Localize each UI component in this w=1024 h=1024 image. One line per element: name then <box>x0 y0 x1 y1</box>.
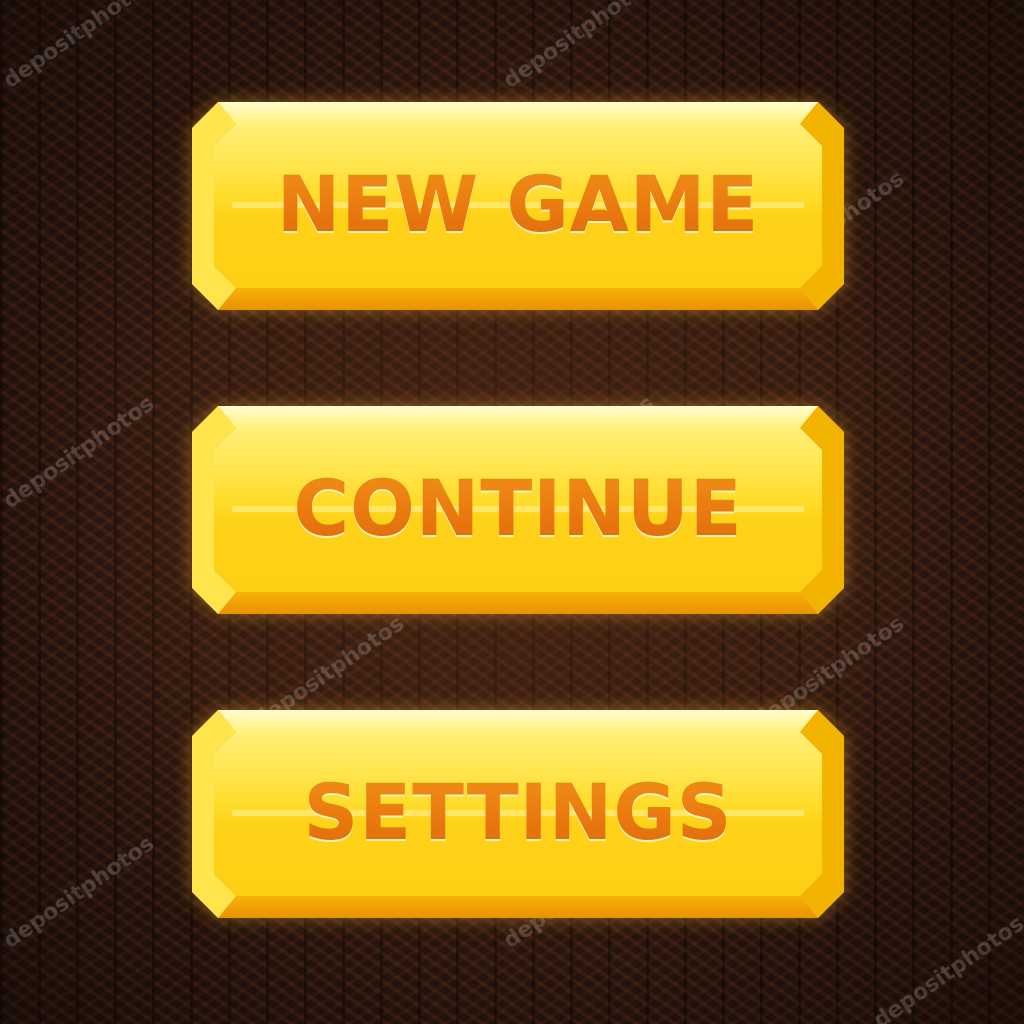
continue-button[interactable]: CONTINUE <box>192 406 844 614</box>
watermark: depositphotos <box>498 0 660 94</box>
watermark: depositphotos <box>0 0 160 94</box>
watermark: depositphotos <box>868 911 1024 1024</box>
settings-label: SETTINGS <box>218 732 818 892</box>
watermark: depositphotos <box>0 391 160 514</box>
continue-label: CONTINUE <box>218 428 818 588</box>
game-main-menu: depositphotos depositphotos depositphoto… <box>0 0 1024 1024</box>
new-game-button[interactable]: NEW GAME <box>192 102 844 310</box>
settings-button[interactable]: SETTINGS <box>192 710 844 918</box>
new-game-label: NEW GAME <box>218 124 818 284</box>
watermark: depositphotos <box>0 831 160 954</box>
